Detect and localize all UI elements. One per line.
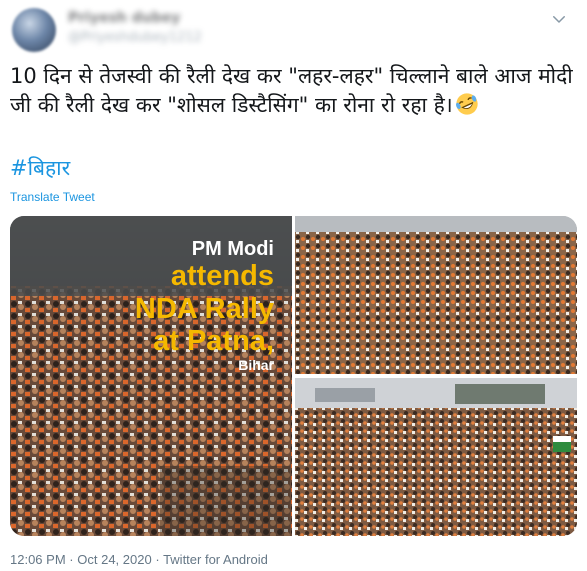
- chevron-down-icon[interactable]: [550, 10, 568, 28]
- tweet-source[interactable]: Twitter for Android: [163, 552, 268, 567]
- tweet-text: 10 दिन से तेजस्वी की रैली देख कर "लहर-लह…: [10, 62, 575, 120]
- separator-dot-2: ·: [155, 552, 160, 567]
- tweet-time[interactable]: 12:06 PM: [10, 552, 66, 567]
- caption-line-5: Bihar: [238, 356, 274, 373]
- translate-tweet-link[interactable]: Translate Tweet: [10, 190, 95, 204]
- hashtag-link[interactable]: #बिहार: [10, 154, 70, 182]
- rally-caption: PM Modi attends NDA Rally at Patna, Biha…: [135, 238, 274, 373]
- author-display-name[interactable]: Priyesh dubey: [68, 10, 180, 26]
- tweet-date[interactable]: Oct 24, 2020: [77, 552, 151, 567]
- caption-line-2: attends: [170, 260, 274, 293]
- crowd-photo-top-right: [295, 216, 577, 374]
- laughing-emoji-icon: [455, 93, 478, 115]
- media-image-left[interactable]: PM Modi attends NDA Rally at Patna, Biha…: [10, 216, 292, 536]
- media-image-top-right[interactable]: [295, 216, 577, 374]
- author-handle[interactable]: @Priyeshdubey1212: [68, 30, 202, 45]
- media-grid: PM Modi attends NDA Rally at Patna, Biha…: [10, 216, 577, 536]
- separator-dot: ·: [69, 552, 74, 567]
- caption-line-3: NDA Rally: [134, 292, 274, 325]
- tweet-footer: 12:06 PM · Oct 24, 2020 · Twitter for An…: [10, 552, 268, 567]
- crowd-photo-bottom-right: [295, 378, 577, 536]
- caption-line-1: PM Modi: [191, 238, 274, 260]
- caption-line-4: at Patna,: [153, 325, 274, 358]
- avatar[interactable]: [12, 8, 56, 52]
- media-image-bottom-right[interactable]: [295, 378, 577, 536]
- tweet-header: Priyesh dubey @Priyeshdubey1212: [12, 6, 572, 52]
- tweet-body: 10 दिन से तेजस्वी की रैली देख कर "लहर-लह…: [10, 64, 580, 117]
